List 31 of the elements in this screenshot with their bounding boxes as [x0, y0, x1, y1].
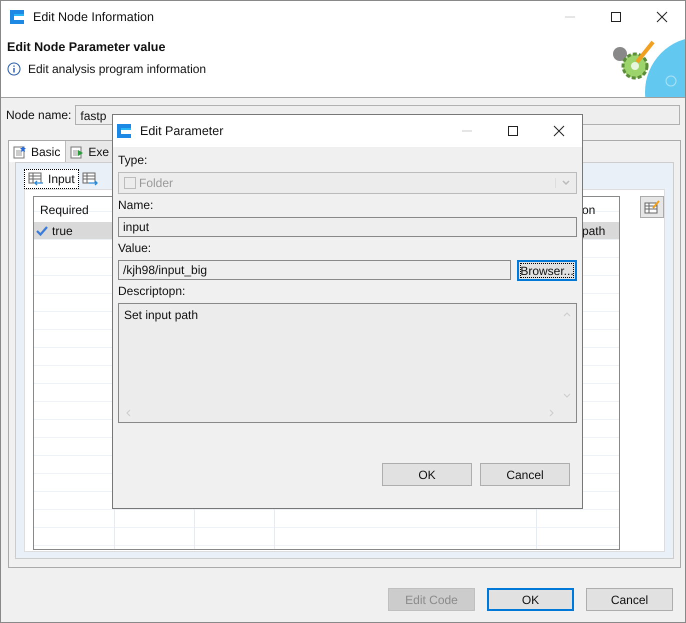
value-field[interactable]: /kjh98/input_big [118, 260, 511, 280]
dialog-title: Edit Parameter [140, 124, 224, 138]
table-cell: path [582, 224, 606, 238]
dialog-button[interactable]: Cancel [480, 463, 570, 486]
tab[interactable]: Basic [9, 141, 66, 162]
column-header: Required [39, 202, 90, 218]
document-play-icon [69, 144, 86, 158]
name-field[interactable]: input [118, 217, 577, 237]
name-label: Name: [118, 197, 154, 214]
value-label: Value: [118, 240, 152, 257]
type-label: Type: [118, 152, 148, 169]
description-text: Set input path [124, 308, 198, 322]
dialog-button[interactable]: OK [487, 588, 574, 611]
browser-button[interactable]: Browser... [517, 260, 577, 281]
input-tab[interactable]: Input [24, 169, 79, 189]
dialog-button[interactable]: Cancel [586, 588, 673, 611]
edit-table-button[interactable] [640, 196, 664, 218]
description-area[interactable]: Set input path [118, 303, 577, 423]
document-star-icon [12, 144, 28, 158]
info-icon [7, 62, 21, 76]
dialog-button[interactable]: OK [382, 463, 472, 486]
app-logo-icon [116, 123, 132, 139]
window-title: Edit Node Information [33, 10, 154, 24]
table-arrow-right-icon [82, 172, 98, 186]
description-label: Descriptopn: [118, 283, 186, 300]
node-name-label: Node name: [6, 108, 72, 122]
table-cell: true [52, 224, 73, 238]
header-message: Edit analysis program information [28, 62, 206, 76]
app-logo-icon [9, 8, 25, 24]
table-arrow-left-icon [28, 172, 44, 186]
header-title: Edit Node Parameter value [7, 40, 166, 54]
